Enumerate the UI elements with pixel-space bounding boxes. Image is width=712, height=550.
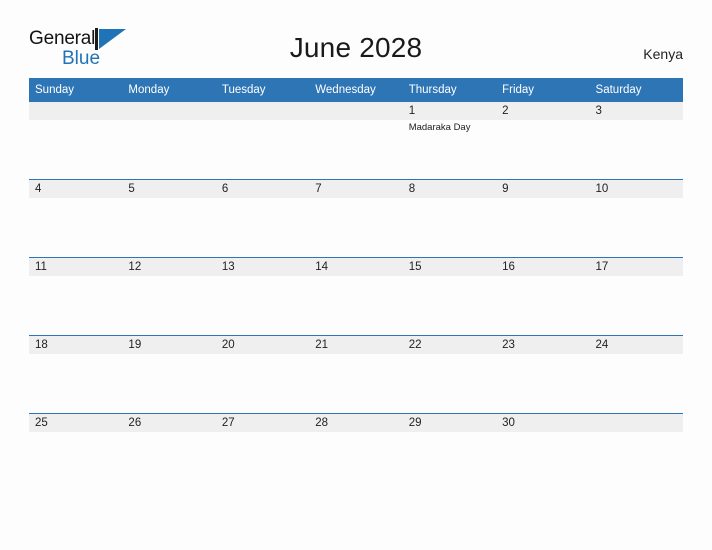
calendar-body: 1 2 3 Madaraka Day 4 5 6 7 8 9 10 11 12 13 14 15 16 17 18 1… — [29, 102, 683, 491]
day-number[interactable]: 18 — [29, 335, 123, 354]
day-cell[interactable] — [309, 198, 403, 258]
day-cell[interactable] — [589, 354, 683, 414]
day-number[interactable]: 4 — [29, 179, 123, 198]
day-cell[interactable] — [215, 354, 310, 414]
day-cell[interactable] — [402, 198, 497, 258]
day-number[interactable]: 11 — [29, 257, 123, 276]
day-number-empty — [309, 102, 403, 120]
calendar-title: June 2028 — [289, 32, 423, 63]
day-cell[interactable] — [496, 354, 590, 414]
week-date-row: 4 5 6 7 8 9 10 — [29, 179, 683, 198]
week-date-row: 11 12 13 14 15 16 17 — [29, 257, 683, 276]
weekday-header-thursday: Thursday — [402, 78, 497, 102]
day-number[interactable]: 9 — [496, 179, 590, 198]
day-cell[interactable] — [122, 120, 216, 180]
day-number[interactable]: 20 — [215, 335, 310, 354]
day-cell[interactable] — [589, 198, 683, 258]
calendar-container: Sunday Monday Tuesday Wednesday Thursday Frid… — [29, 78, 683, 491]
day-number[interactable]: 12 — [122, 257, 216, 276]
holiday-label: Madaraka Day — [408, 122, 471, 133]
day-number[interactable]: 26 — [122, 413, 216, 432]
day-number[interactable]: 17 — [589, 257, 683, 276]
week-date-row: 25 26 27 28 29 30 — [29, 413, 683, 432]
day-cell[interactable] — [29, 198, 123, 258]
day-cell[interactable] — [29, 432, 123, 491]
day-cell[interactable] — [402, 354, 497, 414]
day-number-empty — [29, 102, 123, 120]
day-cell[interactable] — [309, 354, 403, 414]
week-date-row: 18 19 20 21 22 23 24 — [29, 335, 683, 354]
day-cell[interactable] — [122, 432, 216, 491]
day-cell[interactable] — [122, 198, 216, 258]
day-number[interactable]: 28 — [309, 413, 403, 432]
day-cell[interactable] — [29, 120, 123, 180]
week-body-row — [29, 276, 683, 336]
weekday-header-sunday: Sunday — [29, 78, 123, 102]
day-number[interactable]: 22 — [402, 335, 497, 354]
day-number[interactable]: 30 — [496, 413, 590, 432]
week-body-row — [29, 354, 683, 414]
weekday-header-friday: Friday — [496, 78, 590, 102]
weekday-header-tuesday: Tuesday — [215, 78, 310, 102]
day-number[interactable]: 1 — [402, 102, 497, 120]
day-cell[interactable] — [589, 120, 683, 180]
day-number-empty — [589, 413, 683, 432]
day-cell[interactable] — [29, 276, 123, 336]
day-cell[interactable] — [496, 432, 590, 491]
day-cell[interactable] — [29, 354, 123, 414]
day-number[interactable]: 29 — [402, 413, 497, 432]
day-number[interactable]: 3 — [589, 102, 683, 120]
day-number[interactable]: 7 — [309, 179, 403, 198]
day-number[interactable]: 16 — [496, 257, 590, 276]
day-number[interactable]: 2 — [496, 102, 590, 120]
day-number[interactable]: 15 — [402, 257, 497, 276]
weekday-header-row: Sunday Monday Tuesday Wednesday Thursday Frid… — [29, 78, 683, 102]
day-cell[interactable] — [589, 276, 683, 336]
day-number-empty — [215, 102, 310, 120]
day-number[interactable]: 19 — [122, 335, 216, 354]
day-cell[interactable] — [309, 276, 403, 336]
day-cell[interactable] — [589, 432, 683, 491]
day-cell[interactable] — [496, 198, 590, 258]
day-cell[interactable] — [402, 432, 497, 491]
day-number[interactable]: 13 — [215, 257, 310, 276]
day-cell[interactable] — [309, 120, 403, 180]
day-number[interactable]: 5 — [122, 179, 216, 198]
country-label: Kenya — [643, 46, 683, 62]
calendar-header-row: Sunday Monday Tuesday Wednesday Thursday Frid… — [29, 78, 683, 102]
day-cell[interactable] — [215, 198, 310, 258]
day-number[interactable]: 14 — [309, 257, 403, 276]
day-cell[interactable] — [122, 354, 216, 414]
weekday-header-saturday: Saturday — [589, 78, 683, 102]
day-cell[interactable] — [496, 276, 590, 336]
page-header: General Blue June 2028 Kenya — [0, 0, 712, 70]
day-number[interactable]: 23 — [496, 335, 590, 354]
week-body-row — [29, 198, 683, 258]
day-number[interactable]: 6 — [215, 179, 310, 198]
day-number[interactable]: 27 — [215, 413, 310, 432]
day-cell[interactable] — [402, 276, 497, 336]
day-number-empty — [122, 102, 216, 120]
day-cell[interactable] — [215, 432, 310, 491]
day-number[interactable]: 25 — [29, 413, 123, 432]
calendar-table: Sunday Monday Tuesday Wednesday Thursday Frid… — [29, 78, 683, 491]
day-cell[interactable] — [215, 276, 310, 336]
day-number[interactable]: 8 — [402, 179, 497, 198]
weekday-header-monday: Monday — [122, 78, 216, 102]
weekday-header-wednesday: Wednesday — [309, 78, 403, 102]
day-cell[interactable] — [496, 120, 590, 180]
day-number[interactable]: 10 — [589, 179, 683, 198]
week-date-row: 123 — [29, 102, 683, 120]
day-cell[interactable] — [122, 276, 216, 336]
week-body-row — [29, 432, 683, 491]
day-cell[interactable] — [215, 120, 310, 180]
day-cell[interactable] — [309, 432, 403, 491]
week-body-row: Madaraka Day — [29, 120, 683, 180]
day-number[interactable]: 21 — [309, 335, 403, 354]
day-number[interactable]: 24 — [589, 335, 683, 354]
day-cell[interactable]: Madaraka Day — [402, 120, 497, 180]
